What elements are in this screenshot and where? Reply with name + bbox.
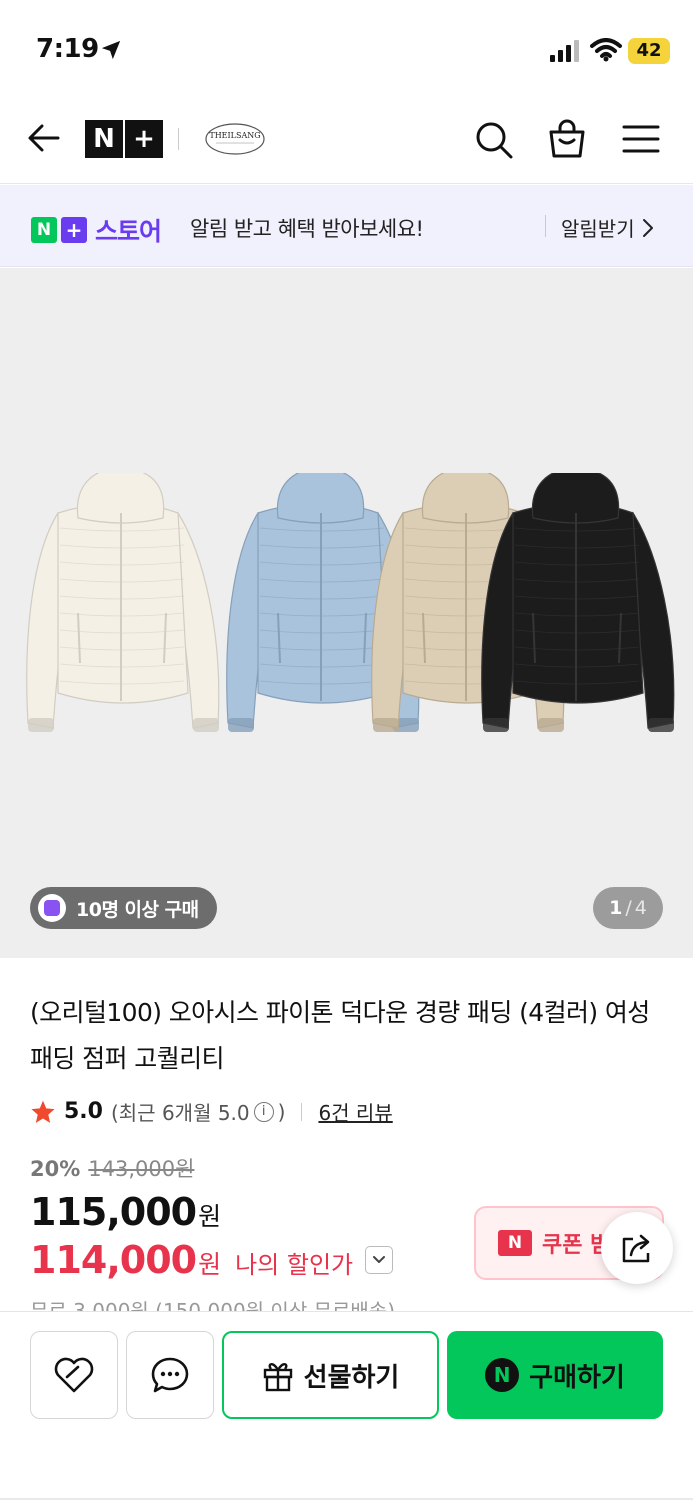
rating-recent: (최근 6개월 5.0 i ) [111, 1097, 285, 1126]
info-icon[interactable]: i [253, 1101, 274, 1122]
hamburger-menu-icon[interactable] [622, 124, 660, 154]
gift-icon [263, 1363, 292, 1392]
original-price: 143,000원 [88, 1157, 195, 1181]
rating-recent-suffix: ) [277, 1099, 286, 1124]
promo-divider [545, 215, 546, 237]
location-arrow-icon [101, 40, 121, 60]
notification-subscribe-button[interactable]: 알림받기 [561, 213, 655, 242]
nplus-logo[interactable]: N + [85, 120, 163, 158]
my-discount-price-unit: 원 [198, 1250, 222, 1279]
gift-button-label: 선물하기 [303, 1362, 400, 1393]
pager-total: 4 [634, 897, 647, 919]
status-bar: 7:19 42 [0, 0, 693, 100]
my-discount-price: 114,000 [30, 1238, 197, 1282]
my-discount-price-label: 나의 할인가 [235, 1251, 354, 1279]
reviews-link[interactable]: 6건 리뷰 [318, 1097, 392, 1126]
product-image [26, 473, 675, 732]
nplus-logo-n: N [85, 120, 123, 158]
talk-talk-button[interactable] [126, 1331, 214, 1419]
purchase-count-badge: 10명 이상 구매 [30, 887, 217, 929]
jacket-group [26, 473, 675, 732]
brand-logo-text: THEILSANG [209, 131, 260, 140]
share-icon [622, 1234, 650, 1263]
share-button[interactable] [601, 1212, 673, 1284]
rating-divider [301, 1102, 303, 1121]
back-arrow-icon[interactable] [26, 120, 62, 156]
naver-pay-n-icon: N [485, 1358, 520, 1392]
buy-button[interactable]: N 구매하기 [447, 1331, 663, 1419]
promo-logo-n: N [31, 217, 57, 243]
white-jacket [26, 473, 220, 732]
product-title: (오리털100) 오아시스 파이톤 덕다운 경량 패딩 (4컬러) 여성 패딩 … [30, 998, 650, 1073]
chevron-down-icon[interactable] [365, 1246, 394, 1274]
wifi-icon [590, 38, 622, 62]
sale-price-unit: 원 [198, 1202, 222, 1231]
status-time: 7:19 [36, 34, 99, 64]
header-divider [178, 128, 179, 150]
rating-recent-prefix: (최근 6개월 5.0 [110, 1101, 250, 1125]
discount-row: 20% 143,000원 [30, 1153, 194, 1183]
promo-logo-plus: + [61, 217, 87, 243]
heart-icon [54, 1357, 94, 1393]
rating-row: 5.0 (최근 6개월 5.0 i ) 6건 리뷰 [30, 1097, 393, 1126]
sale-price: 115,000 [30, 1190, 197, 1234]
star-icon [31, 1100, 55, 1123]
notification-subscribe-label: 알림받기 [561, 217, 635, 241]
brand-logo[interactable]: THEILSANG [204, 122, 266, 156]
promo-banner[interactable]: N + 스토어 알림 받고 혜택 받아보세요! 알림받기 [0, 185, 693, 267]
purchase-bag-icon [38, 894, 66, 922]
nplus-store-logo: N + 스토어 [31, 212, 162, 248]
bottom-action-bar: 선물하기 N 구매하기 [0, 1311, 693, 1500]
sale-price-row: 115,000 원 [30, 1190, 221, 1234]
promo-logo-text: 스토어 [95, 217, 162, 246]
app-header: N + THEILSANG [0, 100, 693, 184]
rating-score: 5.0 [64, 1099, 103, 1124]
battery-indicator: 42 [628, 38, 670, 64]
promo-message: 알림 받고 혜택 받아보세요! [190, 217, 424, 241]
purchase-count-label: 10명 이상 구매 [76, 898, 199, 921]
gift-button[interactable]: 선물하기 [222, 1331, 439, 1419]
coupon-label: 쿠폰 받 [542, 1233, 611, 1258]
chevron-right-icon [642, 218, 653, 237]
product-image-gallery[interactable]: 10명 이상 구매 1 / 4 [0, 268, 693, 958]
search-icon[interactable] [474, 120, 514, 160]
image-pager: 1 / 4 [593, 887, 663, 929]
discount-rate: 20% [30, 1157, 81, 1181]
my-discount-price-row[interactable]: 114,000 원 나의 할인가 [30, 1238, 394, 1282]
chat-bubble-icon [151, 1357, 189, 1393]
coupon-n-badge: N [498, 1230, 532, 1256]
pager-separator: / [625, 897, 632, 919]
wishlist-button[interactable] [30, 1331, 118, 1419]
cellular-signal-icon [550, 40, 579, 62]
pager-current: 1 [609, 897, 623, 919]
shopping-bag-icon[interactable] [546, 118, 588, 160]
buy-button-label: 구매하기 [529, 1362, 625, 1393]
nplus-logo-plus: + [125, 120, 163, 158]
